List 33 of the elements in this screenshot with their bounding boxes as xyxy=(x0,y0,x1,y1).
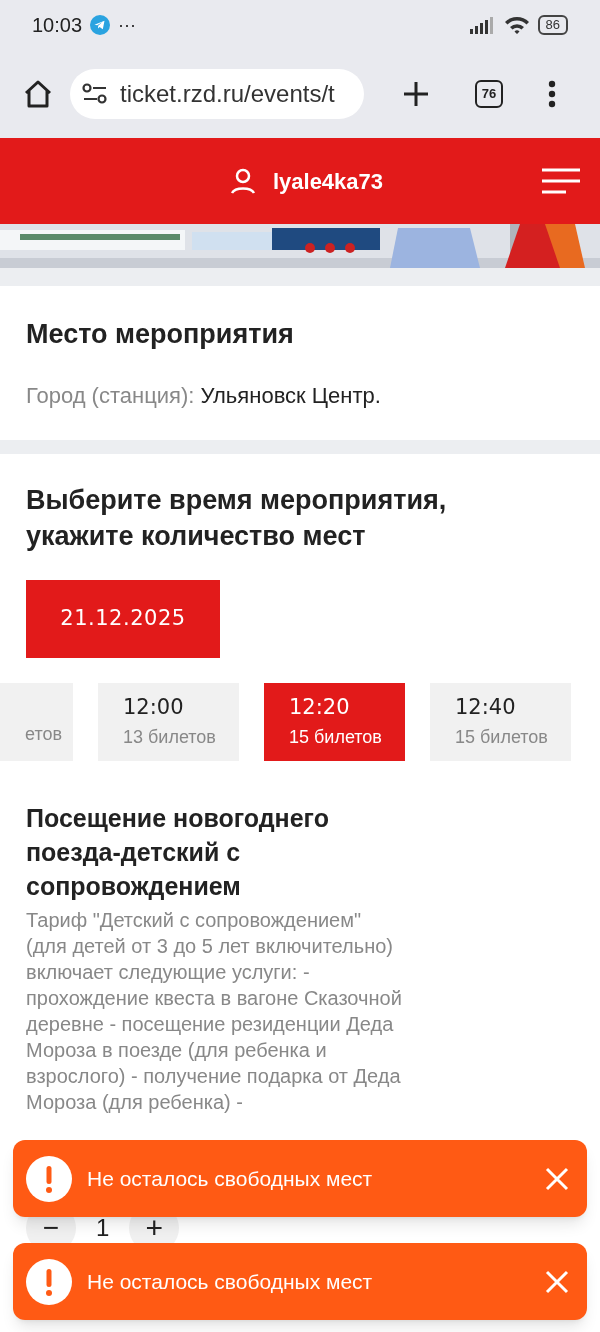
date-tab[interactable]: 21.12.2025 xyxy=(26,579,220,658)
toast-message: Не осталось свободных мест xyxy=(87,1165,374,1192)
close-icon[interactable] xyxy=(545,1269,569,1294)
wifi-icon xyxy=(503,15,530,35)
quantity-value: 1 xyxy=(96,1212,110,1243)
city-value: Ульяновск Центр. xyxy=(200,382,381,408)
time-slot[interactable]: 12:40 15 билетов xyxy=(430,682,571,761)
user-icon[interactable] xyxy=(228,167,257,195)
address-bar[interactable]: ticket.rzd.ru/events/t xyxy=(70,69,364,119)
home-icon[interactable] xyxy=(22,78,54,110)
battery-indicator: 86 xyxy=(537,15,568,35)
close-icon[interactable] xyxy=(545,1166,569,1191)
tariff-description: Тариф "Детский с сопровождением" (для детей от 3 до 5 лет включительно) включает следующие услуги: - прохождение квеста в вагоне Сказочной деревне - посещение резиденции Деда Мороза в поезде (для ребенка и взрослого) - получение подарка от Деда Мороза (для ребенка) - xyxy=(26,907,403,1115)
tariff-title: Посещение новогоднего поезда-детский с сопровождением xyxy=(26,802,330,902)
menu-icon[interactable] xyxy=(542,168,580,194)
tabs-button[interactable]: 76 xyxy=(475,80,503,108)
time-slot[interactable]: 12:00 13 билетов xyxy=(98,682,239,761)
site-settings-icon[interactable] xyxy=(82,83,108,105)
notification-more: ··· xyxy=(118,16,137,34)
more-icon[interactable] xyxy=(547,80,556,108)
alert-icon xyxy=(25,1257,73,1306)
url-text: ticket.rzd.ru/events/t xyxy=(120,79,335,109)
telegram-icon xyxy=(90,15,111,35)
section-title: Место мероприятия xyxy=(26,318,295,351)
time-slot[interactable]: 12:20 15 билетов xyxy=(264,682,405,761)
plus-icon[interactable] xyxy=(402,80,431,108)
clock: 10:03 xyxy=(32,13,83,38)
alert-icon xyxy=(25,1154,73,1203)
section-title: Выберите время мероприятия, укажите количество мест xyxy=(26,483,448,553)
username-link[interactable]: lyale4ka73 xyxy=(272,164,384,198)
city-label: Город (станция): xyxy=(26,382,195,408)
toast-message: Не осталось свободных мест xyxy=(87,1268,374,1295)
signal-icon xyxy=(469,16,496,34)
